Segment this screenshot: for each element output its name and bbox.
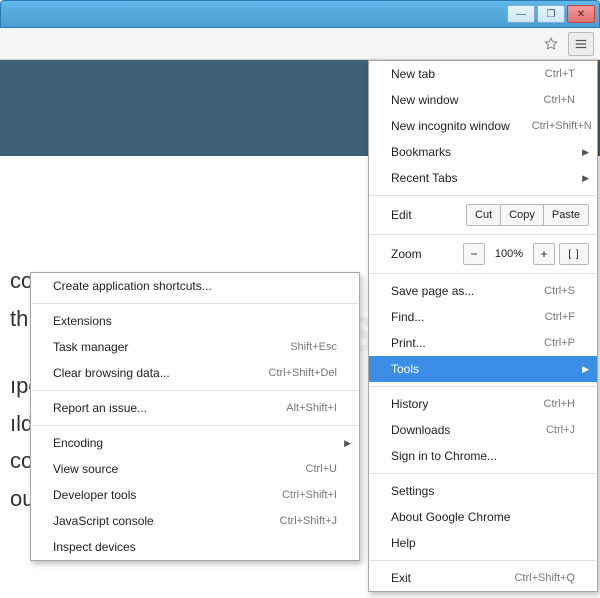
zoom-out-button[interactable]: − <box>463 243 485 265</box>
menu-item-signin[interactable]: Sign in to Chrome... <box>369 443 597 469</box>
menu-separator <box>370 195 596 196</box>
menu-item-new-incognito[interactable]: New incognito windowCtrl+Shift+N <box>369 113 597 139</box>
menu-item-about[interactable]: About Google Chrome <box>369 504 597 530</box>
menu-item-exit[interactable]: ExitCtrl+Shift+Q <box>369 565 597 591</box>
menu-item-bookmarks[interactable]: Bookmarks▶ <box>369 139 597 165</box>
edit-label: Edit <box>391 208 467 222</box>
cut-button[interactable]: Cut <box>466 204 501 226</box>
menu-item-zoom: Zoom − 100% + [ ] <box>369 239 597 269</box>
chevron-right-icon: ▶ <box>344 438 351 449</box>
submenu-item-extensions[interactable]: Extensions <box>31 308 359 334</box>
menu-item-history[interactable]: HistoryCtrl+H <box>369 391 597 417</box>
bookmark-star-icon[interactable] <box>538 32 564 56</box>
menu-item-downloads[interactable]: DownloadsCtrl+J <box>369 417 597 443</box>
chrome-main-menu: New tabCtrl+T New windowCtrl+N New incog… <box>368 60 598 592</box>
menu-item-new-window[interactable]: New windowCtrl+N <box>369 87 597 113</box>
menu-item-print[interactable]: Print...Ctrl+P <box>369 330 597 356</box>
zoom-in-button[interactable]: + <box>533 243 555 265</box>
window-titlebar: — ❐ ✕ <box>0 0 600 28</box>
menu-item-recent-tabs[interactable]: Recent Tabs▶ <box>369 165 597 191</box>
submenu-item-dev-tools[interactable]: Developer toolsCtrl+Shift+I <box>31 482 359 508</box>
copy-button[interactable]: Copy <box>500 204 544 226</box>
menu-item-new-tab[interactable]: New tabCtrl+T <box>369 61 597 87</box>
tools-submenu: Create application shortcuts... Extensio… <box>30 272 360 561</box>
window-maximize-button[interactable]: ❐ <box>537 5 565 23</box>
menu-item-save-as[interactable]: Save page as...Ctrl+S <box>369 278 597 304</box>
menu-item-edit: Edit Cut Copy Paste <box>369 200 597 230</box>
submenu-item-clear-data[interactable]: Clear browsing data...Ctrl+Shift+Del <box>31 360 359 386</box>
submenu-item-view-source[interactable]: View sourceCtrl+U <box>31 456 359 482</box>
hamburger-menu-icon[interactable] <box>568 32 594 56</box>
submenu-item-report-issue[interactable]: Report an issue...Alt+Shift+I <box>31 395 359 421</box>
menu-separator <box>32 390 358 391</box>
menu-separator <box>370 560 596 561</box>
submenu-item-create-shortcuts[interactable]: Create application shortcuts... <box>31 273 359 299</box>
menu-item-help[interactable]: Help <box>369 530 597 556</box>
menu-separator <box>32 425 358 426</box>
menu-item-settings[interactable]: Settings <box>369 478 597 504</box>
browser-toolbar <box>0 28 600 60</box>
menu-separator <box>370 234 596 235</box>
menu-separator <box>32 303 358 304</box>
zoom-label: Zoom <box>391 247 459 261</box>
zoom-value: 100% <box>489 248 529 260</box>
chevron-right-icon: ▶ <box>582 173 589 184</box>
menu-item-find[interactable]: Find...Ctrl+F <box>369 304 597 330</box>
menu-separator <box>370 473 596 474</box>
chevron-right-icon: ▶ <box>582 364 589 375</box>
window-close-button[interactable]: ✕ <box>567 5 595 23</box>
menu-item-tools[interactable]: Tools▶ <box>369 356 597 382</box>
submenu-item-inspect-devices[interactable]: Inspect devices <box>31 534 359 560</box>
paste-button[interactable]: Paste <box>543 204 589 226</box>
window-minimize-button[interactable]: — <box>507 5 535 23</box>
menu-separator <box>370 273 596 274</box>
submenu-item-task-manager[interactable]: Task managerShift+Esc <box>31 334 359 360</box>
menu-separator <box>370 386 596 387</box>
chevron-right-icon: ▶ <box>582 147 589 158</box>
submenu-item-js-console[interactable]: JavaScript consoleCtrl+Shift+J <box>31 508 359 534</box>
fullscreen-button[interactable]: [ ] <box>559 243 589 265</box>
submenu-item-encoding[interactable]: Encoding▶ <box>31 430 359 456</box>
